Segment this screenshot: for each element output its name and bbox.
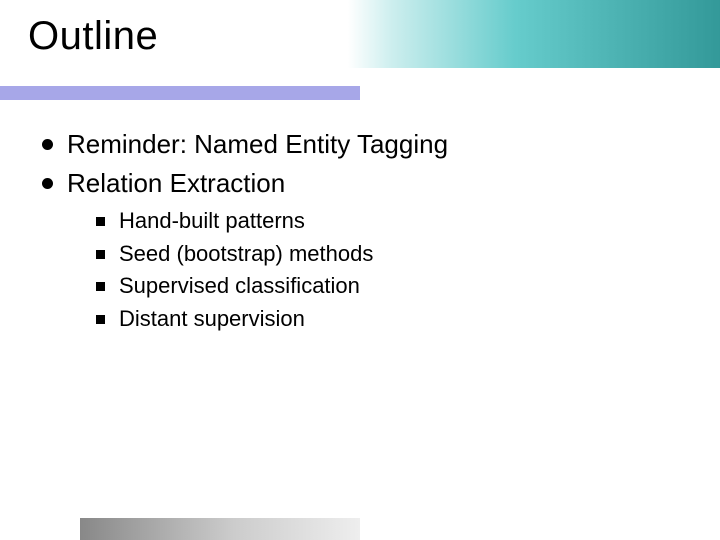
bullet-list: Reminder: Named Entity Tagging Relation … <box>42 128 690 199</box>
sub-list-item-text: Distant supervision <box>119 305 305 334</box>
square-bullet-icon <box>96 250 105 259</box>
sub-list-item-text: Supervised classification <box>119 272 360 301</box>
list-item: Reminder: Named Entity Tagging <box>42 128 690 161</box>
bottom-accent-bar <box>80 518 360 540</box>
disc-bullet-icon <box>42 139 53 150</box>
slide-body: Reminder: Named Entity Tagging Relation … <box>42 128 690 337</box>
sub-list-item-text: Hand-built patterns <box>119 207 305 236</box>
sub-list-item: Seed (bootstrap) methods <box>96 240 690 269</box>
sub-list-item: Distant supervision <box>96 305 690 334</box>
sub-list-item: Supervised classification <box>96 272 690 301</box>
title-row: Outline <box>0 0 720 78</box>
disc-bullet-icon <box>42 178 53 189</box>
list-item-text: Reminder: Named Entity Tagging <box>67 128 448 161</box>
square-bullet-icon <box>96 217 105 226</box>
underline-bar <box>0 86 360 100</box>
sub-list-item: Hand-built patterns <box>96 207 690 236</box>
square-bullet-icon <box>96 315 105 324</box>
sub-list-item-text: Seed (bootstrap) methods <box>119 240 373 269</box>
sub-bullet-list: Hand-built patterns Seed (bootstrap) met… <box>42 207 690 333</box>
slide: Outline Reminder: Named Entity Tagging R… <box>0 0 720 540</box>
list-item-text: Relation Extraction <box>67 167 285 200</box>
square-bullet-icon <box>96 282 105 291</box>
list-item: Relation Extraction <box>42 167 690 200</box>
teal-accent-strip <box>348 0 720 68</box>
slide-title: Outline <box>28 14 158 59</box>
